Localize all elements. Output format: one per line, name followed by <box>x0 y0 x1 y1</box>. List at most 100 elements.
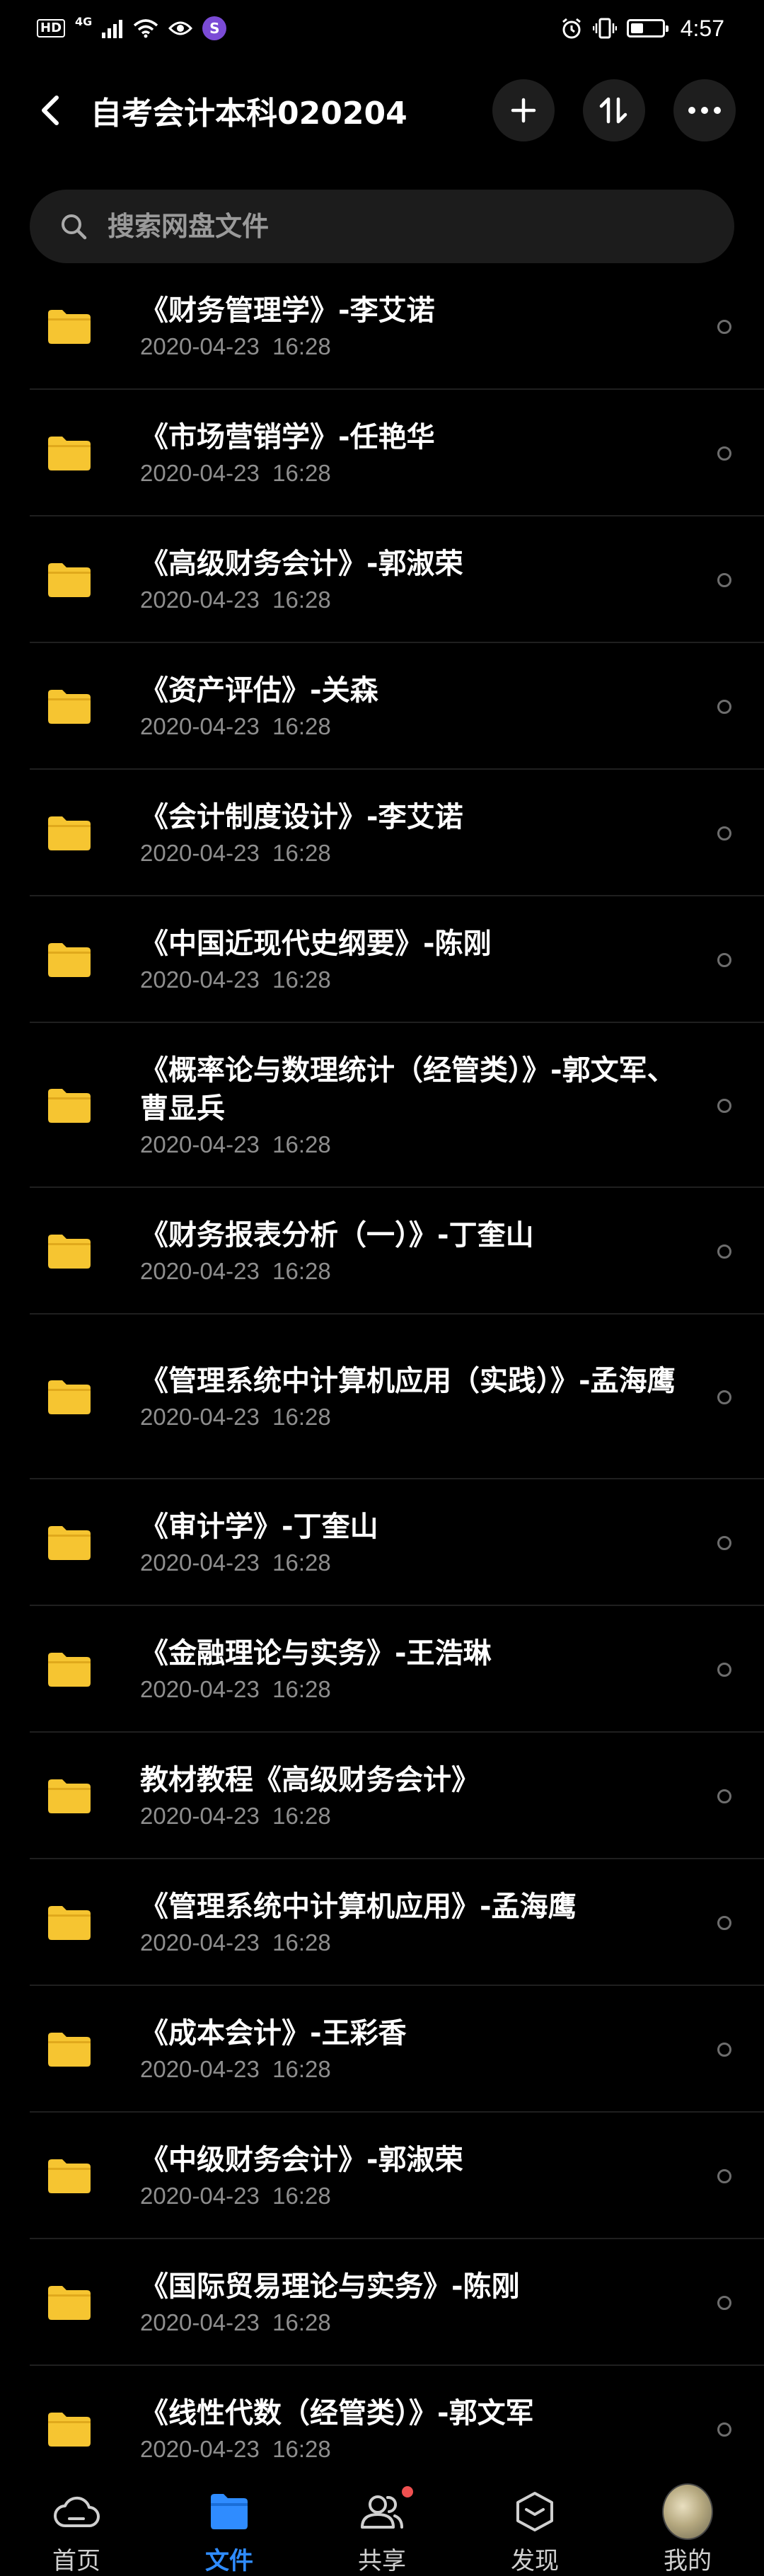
page-title: 自考会计本科020204 <box>91 96 407 132</box>
file-row[interactable]: 《线性代数（经管类）》-郭文军 2020-04-23 16:28 <box>0 2366 764 2493</box>
status-bar: HD 4G S 4:57 <box>0 0 764 57</box>
file-text: 《线性代数（经管类）》-郭文军 2020-04-23 16:28 <box>140 2394 678 2465</box>
nav-item-share[interactable]: 共享 <box>306 2476 458 2576</box>
select-radio[interactable] <box>717 826 731 841</box>
file-date: 2020-04-23 16:28 <box>140 333 331 359</box>
file-row[interactable]: 《管理系统中计算机应用》-孟海鹰 2020-04-23 16:28 <box>0 1859 764 1986</box>
folder-icon <box>48 1779 91 1813</box>
more-button[interactable] <box>673 79 736 141</box>
file-text: 《财务管理学》-李艾诺 2020-04-23 16:28 <box>140 291 678 362</box>
file-date: 2020-04-23 16:28 <box>140 1131 331 1157</box>
eye-icon <box>168 20 193 37</box>
file-date: 2020-04-23 16:28 <box>140 966 331 993</box>
file-date: 2020-04-23 16:28 <box>140 1403 331 1430</box>
file-text: 《中级财务会计》-郭淑荣 2020-04-23 16:28 <box>140 2141 678 2212</box>
file-text: 《中国近现代史纲要》-陈刚 2020-04-23 16:28 <box>140 925 678 995</box>
file-name: 《中级财务会计》-郭淑荣 <box>140 2143 463 2176</box>
nav-item-discover[interactable]: 发现 <box>458 2476 611 2576</box>
folder-icon <box>48 562 91 597</box>
file-date: 2020-04-23 16:28 <box>140 1929 331 1956</box>
cloud-home-icon <box>51 2486 102 2537</box>
file-row[interactable]: 《管理系统中计算机应用（实践）》-孟海鹰 2020-04-23 16:28 <box>0 1315 764 1479</box>
folder-icon <box>204 2486 255 2537</box>
select-radio[interactable] <box>717 1662 731 1677</box>
status-right: 4:57 <box>560 16 724 42</box>
select-radio[interactable] <box>717 1789 731 1803</box>
file-text: 《资产评估》-关森 2020-04-23 16:28 <box>140 671 678 742</box>
file-name: 《成本会计》-王彩香 <box>140 2016 407 2050</box>
folder-icon <box>48 1234 91 1269</box>
select-radio[interactable] <box>717 319 731 334</box>
select-radio[interactable] <box>717 572 731 587</box>
nav-label-discover: 发现 <box>511 2547 559 2575</box>
select-radio[interactable] <box>717 1535 731 1550</box>
alarm-icon <box>560 17 583 40</box>
select-radio[interactable] <box>717 952 731 967</box>
file-list: 《财务管理学》-李艾诺 2020-04-23 16:28 《市场营销学》-任艳华 20… <box>0 263 764 2493</box>
file-row[interactable]: 《资产评估》-关森 2020-04-23 16:28 <box>0 643 764 770</box>
avatar-wrapper <box>662 2483 713 2540</box>
file-row[interactable]: 《高级财务会计》-郭淑荣 2020-04-23 16:28 <box>0 516 764 643</box>
select-radio[interactable] <box>717 1390 731 1404</box>
nav-label-files: 文件 <box>205 2547 253 2575</box>
select-radio[interactable] <box>717 446 731 461</box>
file-date: 2020-04-23 16:28 <box>140 2435 331 2462</box>
file-row[interactable]: 《成本会计》-王彩香 2020-04-23 16:28 <box>0 1986 764 2113</box>
file-name: 《概率论与数理统计（经管类）》-郭文军、曹显兵 <box>140 1053 676 1125</box>
select-radio[interactable] <box>717 1098 731 1113</box>
select-radio[interactable] <box>717 2422 731 2437</box>
file-row[interactable]: 《中级财务会计》-郭淑荣 2020-04-23 16:28 <box>0 2113 764 2239</box>
select-radio[interactable] <box>717 1915 731 1930</box>
hd-icon: HD <box>37 19 66 37</box>
nav-label-me: 我的 <box>664 2547 712 2575</box>
file-name: 《管理系统中计算机应用》-孟海鹰 <box>140 1890 577 1923</box>
file-row[interactable]: 《审计学》-丁奎山 2020-04-23 16:28 <box>0 1479 764 1606</box>
file-row[interactable]: 《国际贸易理论与实务》-陈刚 2020-04-23 16:28 <box>0 2239 764 2366</box>
nav-item-files[interactable]: 文件 <box>153 2476 306 2576</box>
file-row[interactable]: 《会计制度设计》-李艾诺 2020-04-23 16:28 <box>0 770 764 896</box>
nav-label-home: 首页 <box>52 2547 100 2575</box>
file-date: 2020-04-23 16:28 <box>140 459 331 486</box>
sort-button[interactable] <box>583 79 645 141</box>
file-text: 《会计制度设计》-李艾诺 2020-04-23 16:28 <box>140 798 678 869</box>
folder-icon <box>48 1380 91 1414</box>
file-name: 教材教程《高级财务会计》 <box>140 1763 480 1796</box>
file-name: 《财务管理学》-李艾诺 <box>140 294 435 327</box>
file-name: 《市场营销学》-任艳华 <box>140 420 435 454</box>
bottom-nav: 首页 文件 共享 发现 我的 <box>0 2476 764 2576</box>
file-row[interactable]: 《市场营销学》-任艳华 2020-04-23 16:28 <box>0 390 764 516</box>
add-button[interactable] <box>492 79 555 141</box>
nav-item-me[interactable]: 我的 <box>611 2476 764 2576</box>
folder-icon <box>48 2412 91 2447</box>
select-radio[interactable] <box>717 2295 731 2310</box>
file-name: 《会计制度设计》-李艾诺 <box>140 800 463 833</box>
search-input[interactable] <box>106 210 675 243</box>
file-text: 教材教程《高级财务会计》 2020-04-23 16:28 <box>140 1761 678 1832</box>
file-row[interactable]: 教材教程《高级财务会计》 2020-04-23 16:28 <box>0 1733 764 1859</box>
search-bar[interactable] <box>30 190 734 263</box>
file-name: 《金融理论与实务》-王浩琳 <box>140 1636 492 1670</box>
file-row[interactable]: 《中国近现代史纲要》-陈刚 2020-04-23 16:28 <box>0 896 764 1023</box>
nav-item-home[interactable]: 首页 <box>0 2476 153 2576</box>
file-row[interactable]: 《金融理论与实务》-王浩琳 2020-04-23 16:28 <box>0 1606 764 1733</box>
file-row[interactable]: 《概率论与数理统计（经管类）》-郭文军、曹显兵 2020-04-23 16:28 <box>0 1023 764 1188</box>
folder-icon <box>48 1652 91 1687</box>
network-type-label: 4G <box>75 14 93 28</box>
file-name: 《中国近现代史纲要》-陈刚 <box>140 927 492 960</box>
plus-icon <box>511 98 536 123</box>
file-text: 《国际贸易理论与实务》-陈刚 2020-04-23 16:28 <box>140 2268 678 2338</box>
cube-icon <box>509 2486 560 2537</box>
file-text: 《概率论与数理统计（经管类）》-郭文军、曹显兵 2020-04-23 16:28 <box>140 1051 678 1160</box>
select-radio[interactable] <box>717 2168 731 2183</box>
folder-icon <box>48 2285 91 2320</box>
file-row[interactable]: 《财务管理学》-李艾诺 2020-04-23 16:28 <box>0 263 764 390</box>
file-date: 2020-04-23 16:28 <box>140 1257 331 1284</box>
file-text: 《高级财务会计》-郭淑荣 2020-04-23 16:28 <box>140 545 678 616</box>
back-button[interactable] <box>28 88 74 133</box>
file-name: 《财务报表分析（一）》-丁奎山 <box>140 1218 534 1252</box>
select-radio[interactable] <box>717 2042 731 2057</box>
file-name: 《国际贸易理论与实务》-陈刚 <box>140 2270 520 2303</box>
file-row[interactable]: 《财务报表分析（一）》-丁奎山 2020-04-23 16:28 <box>0 1188 764 1315</box>
select-radio[interactable] <box>717 699 731 714</box>
select-radio[interactable] <box>717 1244 731 1259</box>
